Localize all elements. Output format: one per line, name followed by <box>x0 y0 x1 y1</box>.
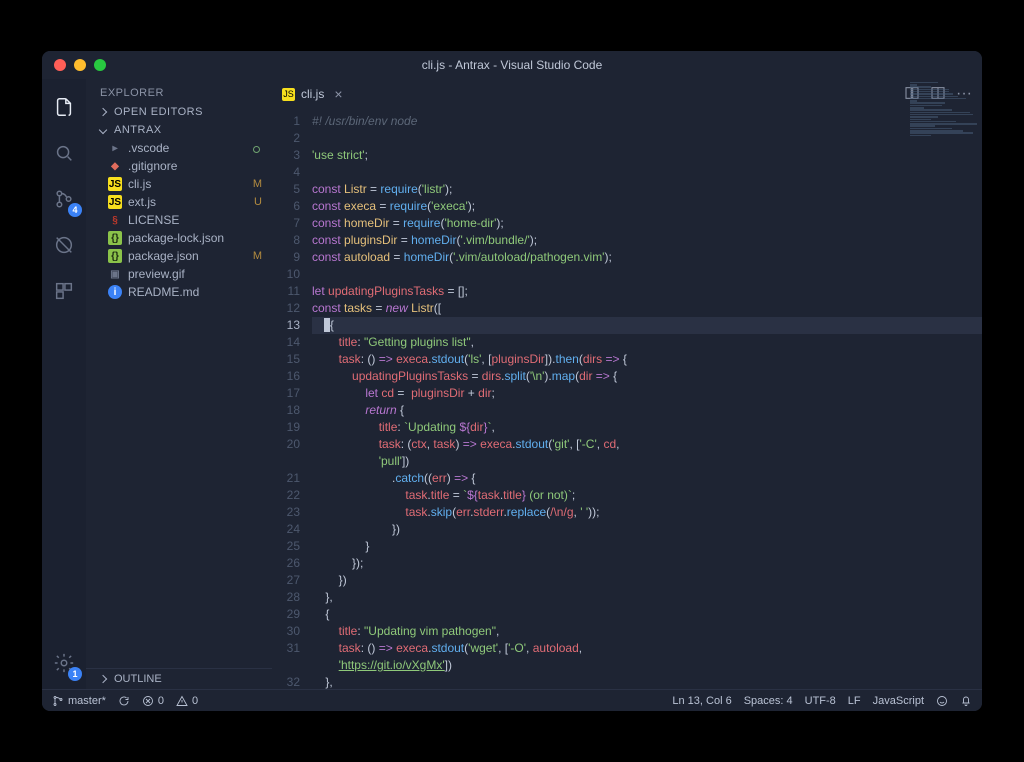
file-tree: ▸.vscode◆.gitignoreJScli.jsMJSext.jsU§LI… <box>86 139 272 301</box>
activity-bar: 4 1 <box>42 79 86 689</box>
tab-bar: JS cli.js × ··· <box>272 79 982 109</box>
code-content[interactable]: #! /usr/bin/env node 'use strict'; const… <box>312 109 982 689</box>
tab-label: cli.js <box>301 87 324 101</box>
explorer-tab-icon[interactable] <box>42 85 86 129</box>
vcs-status <box>253 146 260 153</box>
file-package-lock-json[interactable]: {}package-lock.json <box>86 229 272 247</box>
js-icon: JS <box>108 195 122 209</box>
js-icon: JS <box>108 177 122 191</box>
maximize-window-button[interactable] <box>94 59 106 71</box>
sidebar: EXPLORER OPEN EDITORS ANTRAX ▸.vscode◆.g… <box>86 79 272 689</box>
project-section[interactable]: ANTRAX <box>86 121 272 139</box>
titlebar: cli.js - Antrax - Visual Studio Code <box>42 51 982 79</box>
traffic-lights <box>54 59 106 71</box>
file-README-md[interactable]: iREADME.md <box>86 283 272 301</box>
status-bar: master* 0 0 Ln 13, Col 6 Spaces: 4 UTF-8… <box>42 689 982 711</box>
more-actions-icon[interactable]: ··· <box>956 86 972 102</box>
problems-errors[interactable]: 0 <box>142 695 164 707</box>
scm-tab-icon[interactable]: 4 <box>42 177 86 221</box>
vcs-status: M <box>253 178 262 190</box>
encoding[interactable]: UTF-8 <box>805 695 836 707</box>
scm-badge: 4 <box>68 203 82 217</box>
compare-icon[interactable] <box>904 85 920 104</box>
problems-warnings[interactable]: 0 <box>176 695 198 707</box>
cursor-position[interactable]: Ln 13, Col 6 <box>672 695 731 707</box>
file-LICENSE[interactable]: §LICENSE <box>86 211 272 229</box>
close-tab-icon[interactable]: × <box>334 86 342 102</box>
javascript-icon: JS <box>282 88 295 101</box>
outline-section[interactable]: OUTLINE <box>86 668 272 689</box>
indentation[interactable]: Spaces: 4 <box>744 695 793 707</box>
settings-gear-icon[interactable]: 1 <box>42 641 86 685</box>
eol[interactable]: LF <box>848 695 861 707</box>
file--gitignore[interactable]: ◆.gitignore <box>86 157 272 175</box>
vscode-window: cli.js - Antrax - Visual Studio Code 4 <box>42 51 982 711</box>
split-editor-icon[interactable] <box>930 85 946 104</box>
file-package-json[interactable]: {}package.jsonM <box>86 247 272 265</box>
open-editors-section[interactable]: OPEN EDITORS <box>86 103 272 121</box>
editor-area: JS cli.js × ··· <box>272 79 982 689</box>
debug-tab-icon[interactable] <box>42 223 86 267</box>
sync-button[interactable] <box>118 695 130 707</box>
vcs-status: U <box>254 196 262 208</box>
window-title: cli.js - Antrax - Visual Studio Code <box>42 58 982 72</box>
git-branch[interactable]: master* <box>52 695 106 707</box>
feedback-smiley-icon[interactable] <box>936 695 948 707</box>
vcs-status: M <box>253 250 262 262</box>
sidebar-title: EXPLORER <box>86 79 272 103</box>
lic-icon: § <box>108 213 122 227</box>
minimize-window-button[interactable] <box>74 59 86 71</box>
close-window-button[interactable] <box>54 59 66 71</box>
settings-badge: 1 <box>68 667 82 681</box>
tab-cli-js[interactable]: JS cli.js × <box>272 79 353 109</box>
json-icon: {} <box>108 249 122 263</box>
extensions-tab-icon[interactable] <box>42 269 86 313</box>
notifications-bell-icon[interactable] <box>960 695 972 707</box>
md-icon: i <box>108 285 122 299</box>
file-cli-js[interactable]: JScli.jsM <box>86 175 272 193</box>
search-tab-icon[interactable] <box>42 131 86 175</box>
git-icon: ◆ <box>108 159 122 173</box>
line-gutter: 1234567891011121314151617181920 21222324… <box>272 109 312 689</box>
file-ext-js[interactable]: JSext.jsU <box>86 193 272 211</box>
folder-icon: ▸ <box>108 141 122 155</box>
code-editor[interactable]: 1234567891011121314151617181920 21222324… <box>272 109 982 689</box>
img-icon: ▣ <box>108 267 122 281</box>
language-mode[interactable]: JavaScript <box>873 695 924 707</box>
file-preview-gif[interactable]: ▣preview.gif <box>86 265 272 283</box>
file--vscode[interactable]: ▸.vscode <box>86 139 272 157</box>
json-icon: {} <box>108 231 122 245</box>
